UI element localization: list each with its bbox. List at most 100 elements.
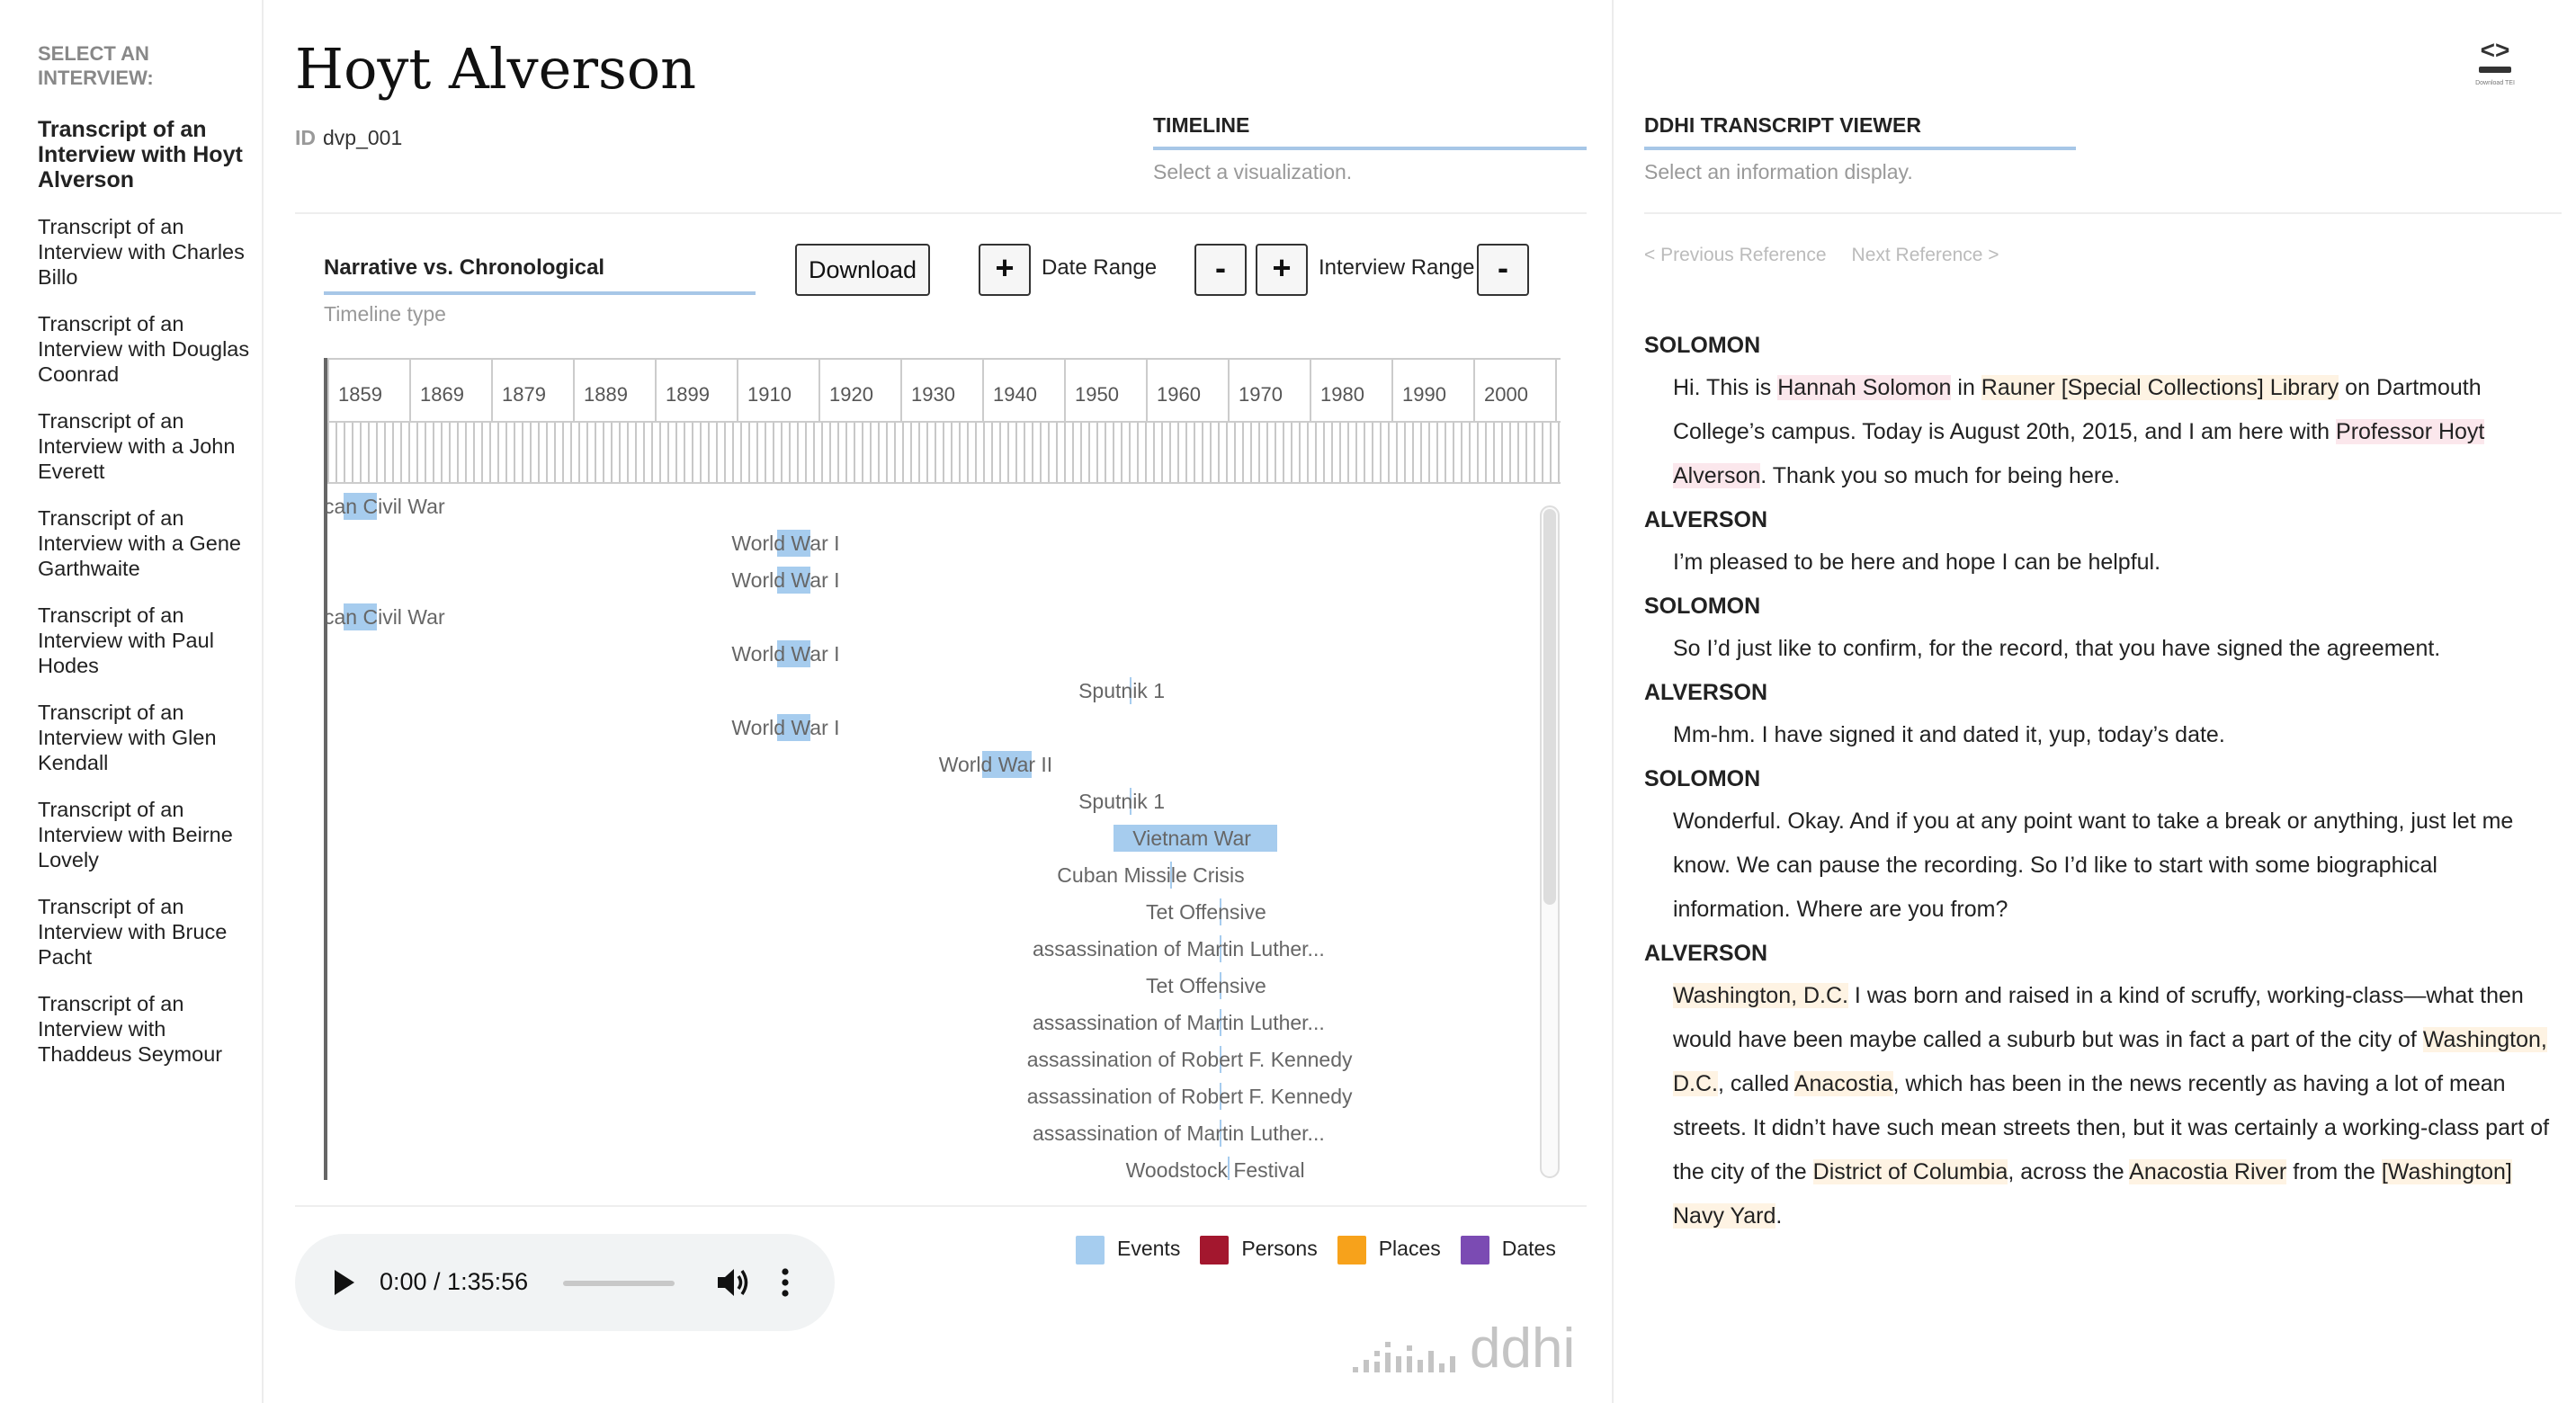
interview-list-item[interactable]: Transcript of an Interview with a John E… <box>38 408 254 484</box>
more-options-icon[interactable] <box>781 1266 790 1299</box>
timeline-event[interactable]: World War II <box>939 751 1052 778</box>
axis-tick-label: 1990 <box>1391 360 1446 423</box>
place-entity[interactable]: District of Columbia <box>1812 1159 2008 1184</box>
place-entity[interactable]: Washington, D.C. <box>1673 983 1848 1008</box>
event-label: Tet Offensive <box>1146 900 1266 924</box>
timeline-event[interactable]: Vietnam War <box>1113 825 1277 852</box>
play-icon[interactable] <box>335 1270 354 1295</box>
audio-time: 0:00 / 1:35:56 <box>380 1268 529 1295</box>
timeline-event[interactable]: World War I <box>731 714 840 741</box>
transcript-text: . <box>1775 1203 1783 1229</box>
axis-tick-label: 1970 <box>1228 360 1283 423</box>
interview-list-item[interactable]: Transcript of an Interview with Charles … <box>38 214 254 290</box>
timeline-event[interactable]: can Civil War <box>327 603 445 630</box>
next-reference-link[interactable]: Next Reference > <box>1852 245 1999 265</box>
timeline-event[interactable]: assassination of Robert F. Kennedy <box>1027 1083 1353 1110</box>
speaker-name: SOLOMON <box>1644 594 1761 619</box>
transcript-text: from the <box>2286 1159 2382 1184</box>
legend-item[interactable]: Dates <box>1460 1236 1556 1264</box>
reference-nav: < Previous Reference Next Reference > <box>1644 245 2025 266</box>
legend-item[interactable]: Persons <box>1200 1236 1318 1264</box>
timeline-event[interactable]: World War I <box>731 640 840 667</box>
place-entity[interactable]: Rauner [Special Collections] Library <box>1981 375 2339 400</box>
legend-item[interactable]: Places <box>1337 1236 1441 1264</box>
timeline-event[interactable]: assassination of Martin Luther... <box>1033 935 1325 962</box>
transcript-paragraph: Hi. This is Hannah Solomon in Rauner [Sp… <box>1673 366 2553 498</box>
interview-id: ID dvp_001 <box>295 126 402 150</box>
timeline-event[interactable]: Tet Offensive <box>1146 972 1266 999</box>
date-range-label: Date Range <box>1042 255 1158 280</box>
interview-list-item[interactable]: Transcript of an Interview with Douglas … <box>38 311 254 387</box>
timeline-event[interactable]: Sputnik 1 <box>1078 788 1165 815</box>
legend-label: Dates <box>1501 1237 1556 1261</box>
transcript-body: SOLOMON Hi. This is Hannah Solomon in Rau… <box>1644 333 2553 1247</box>
legend: Events Persons Places Dates <box>1076 1236 1576 1264</box>
event-label: World War I <box>731 568 840 592</box>
code-icon: <> <box>2480 36 2510 64</box>
timeline-event[interactable]: Sputnik 1 <box>1078 677 1165 704</box>
place-entity[interactable]: Anacostia <box>1793 1071 1893 1096</box>
sidebar-heading: SELECT AN INTERVIEW: <box>38 42 154 89</box>
ddhi-logo: ddhi <box>1353 1318 1587 1381</box>
event-label: World War I <box>731 716 840 739</box>
legend-label: Persons <box>1241 1237 1318 1261</box>
legend-label: Places <box>1378 1237 1441 1261</box>
axis-tick-label: 1980 <box>1310 360 1364 423</box>
timeline-event[interactable]: assassination of Martin Luther... <box>1033 1009 1325 1036</box>
transcript-text: in <box>1951 375 1981 400</box>
timeline-event[interactable]: assassination of Martin Luther... <box>1033 1120 1325 1147</box>
timeline-visualization-select[interactable]: Select a visualization. <box>1153 160 1352 184</box>
timeline-event[interactable]: Cuban Missile Crisis <box>1057 862 1245 889</box>
date-range-minus-button[interactable]: - <box>1194 244 1247 296</box>
timeline-event[interactable]: Tet Offensive <box>1146 898 1266 925</box>
interview-range-minus-button[interactable]: - <box>1477 244 1529 296</box>
interview-list-item[interactable]: Transcript of an Interview with a Gene G… <box>38 505 254 581</box>
interview-list-item[interactable]: Transcript of an Interview with Beirne L… <box>38 797 254 872</box>
download-button[interactable]: Download <box>795 244 930 296</box>
interview-list-item[interactable]: Transcript of an Interview with Thaddeus… <box>38 991 254 1067</box>
axis-tick-label: 1920 <box>818 360 873 423</box>
timeline-event[interactable]: assassination of Robert F. Kennedy <box>1027 1046 1353 1073</box>
timeline-type-select[interactable]: Narrative vs. Chronological <box>324 255 756 295</box>
legend-item[interactable]: Events <box>1076 1236 1180 1264</box>
divider <box>1644 212 2562 214</box>
date-range-plus-button[interactable]: + <box>979 244 1031 296</box>
viewer-heading[interactable]: DDHI TRANSCRIPT VIEWER <box>1644 113 2076 150</box>
timeline-event[interactable]: Woodstock Festival <box>1126 1157 1305 1180</box>
transcript-paragraph: I’m pleased to be here and hope I can be… <box>1673 541 2553 585</box>
transcript-text: I’m pleased to be here and hope I can be… <box>1673 550 2161 575</box>
timeline-scrollbar[interactable] <box>1540 505 1560 1178</box>
volume-icon[interactable] <box>714 1266 750 1299</box>
transcript-viewer: <> Download TEI DDHI TRANSCRIPT VIEWER S… <box>1612 0 2576 1403</box>
id-value: dvp_001 <box>323 126 403 149</box>
timeline-event[interactable]: World War I <box>731 567 840 594</box>
event-label: World War I <box>731 642 840 666</box>
previous-reference-link[interactable]: < Previous Reference <box>1644 245 1827 265</box>
interview-list-item[interactable]: Transcript of an Interview with Bruce Pa… <box>38 894 254 970</box>
speaker-name: SOLOMON <box>1644 766 1761 791</box>
download-tei-button[interactable]: <> Download TEI <box>2468 38 2522 95</box>
timeline-event[interactable]: can Civil War <box>327 493 445 520</box>
interview-sidebar: SELECT AN INTERVIEW: Transcript of an In… <box>0 0 264 1403</box>
audio-seek-bar[interactable] <box>563 1281 675 1286</box>
person-entity[interactable]: Hannah Solomon <box>1777 375 1952 400</box>
event-label: assassination of Robert F. Kennedy <box>1026 1048 1353 1071</box>
transcript-text: . Thank you so much for being here. <box>1760 463 2121 488</box>
transcript-text: Hi. This is <box>1673 375 1778 400</box>
timeline-minor-ticks <box>327 423 1561 484</box>
interview-range-plus-button[interactable]: + <box>1256 244 1308 296</box>
speaker-name: SOLOMON <box>1644 333 1761 358</box>
timeline-event[interactable]: World War I <box>731 530 840 557</box>
speaker-name: ALVERSON <box>1644 507 1768 532</box>
event-label: assassination of Robert F. Kennedy <box>1026 1085 1353 1108</box>
interview-list-item[interactable]: Transcript of an Interview with Paul Hod… <box>38 603 254 678</box>
interview-list-item[interactable]: Transcript of an Interview with Glen Ken… <box>38 700 254 775</box>
legend-swatch <box>1076 1236 1105 1264</box>
interview-list-item[interactable]: Transcript of an Interview with Hoyt Alv… <box>38 117 254 192</box>
legend-label: Events <box>1117 1237 1181 1261</box>
scrollbar-thumb[interactable] <box>1543 509 1556 905</box>
axis-tick-label: 1869 <box>409 360 464 423</box>
place-entity[interactable]: Anacostia River <box>2129 1159 2287 1184</box>
information-display-select[interactable]: Select an information display. <box>1644 160 1913 184</box>
timeline-heading[interactable]: TIMELINE <box>1153 113 1587 150</box>
